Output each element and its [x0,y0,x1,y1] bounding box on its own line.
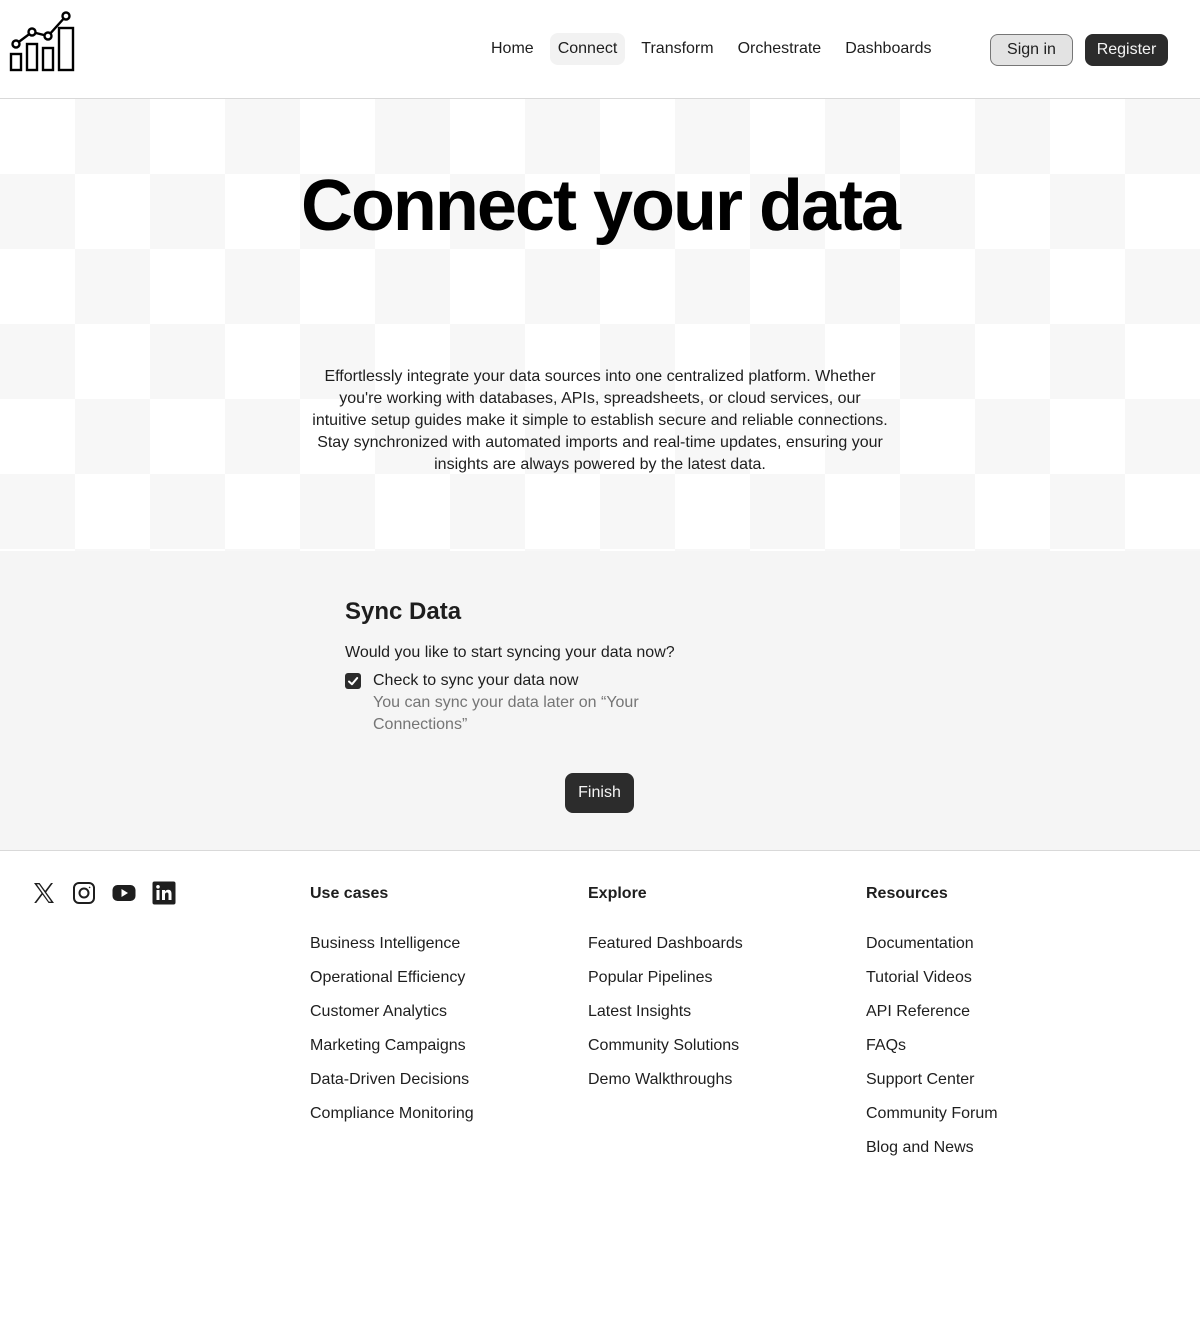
social-links [32,881,176,905]
sync-data-section: Sync Data Would you like to start syncin… [0,551,1200,851]
footer-column-explore: Explore Featured Dashboards Popular Pipe… [588,885,743,1105]
footer-link[interactable]: Featured Dashboards [588,935,743,953]
footer-link[interactable]: Operational Efficiency [310,969,474,987]
footer-link[interactable]: Popular Pipelines [588,969,743,987]
site-footer: Use cases Business Intelligence Operatio… [0,851,1200,1318]
footer-link[interactable]: Business Intelligence [310,935,474,953]
footer-column-title: Resources [866,885,948,902]
page-title: Connect your data [300,166,901,246]
footer-link[interactable]: Demo Walkthroughs [588,1071,743,1089]
main-nav: Home Connect Transform Orchestrate Dashb… [483,33,939,65]
footer-link[interactable]: API Reference [866,1003,998,1021]
footer-link[interactable]: Documentation [866,935,998,953]
x-icon[interactable] [32,881,56,905]
checkbox-description: You can sync your data later on “Your Co… [373,694,639,733]
site-header: Home Connect Transform Orchestrate Dashb… [0,0,1200,99]
nav-connect[interactable]: Connect [549,33,626,65]
footer-column-title: Explore [588,885,647,902]
footer-link[interactable]: Latest Insights [588,1003,743,1021]
instagram-icon[interactable] [72,881,96,905]
footer-link[interactable]: FAQs [866,1037,998,1055]
footer-link[interactable]: Community Solutions [588,1037,743,1055]
register-button[interactable]: Register [1085,34,1168,66]
nav-transform[interactable]: Transform [633,33,721,65]
hero-description: Effortlessly integrate your data sources… [312,368,888,473]
footer-column-use-cases: Use cases Business Intelligence Operatio… [310,885,474,1139]
finish-button[interactable]: Finish [565,773,634,813]
footer-link[interactable]: Customer Analytics [310,1003,474,1021]
linkedin-icon[interactable] [152,881,176,905]
sync-now-checkbox[interactable] [345,673,361,689]
checkbox-label[interactable]: Check to sync your data now [373,671,578,691]
footer-link[interactable]: Compliance Monitoring [310,1105,474,1123]
hero-section: Connect your data Effortlessly integrate… [0,99,1200,551]
footer-column-resources: Resources Documentation Tutorial Videos … [866,885,998,1173]
youtube-icon[interactable] [112,881,136,905]
bar-chart-logo-icon[interactable] [8,10,78,74]
footer-link[interactable]: Support Center [866,1071,998,1089]
nav-dashboards[interactable]: Dashboards [837,33,939,65]
sync-title: Sync Data [345,598,462,625]
footer-link[interactable]: Blog and News [866,1139,998,1157]
footer-column-title: Use cases [310,885,389,902]
sync-question: Would you like to start syncing your dat… [345,644,675,661]
footer-link[interactable]: Data-Driven Decisions [310,1071,474,1089]
nav-orchestrate[interactable]: Orchestrate [730,33,830,65]
checkmark-icon [348,677,359,686]
footer-link[interactable]: Marketing Campaigns [310,1037,474,1055]
sign-in-button[interactable]: Sign in [990,34,1073,66]
footer-link[interactable]: Community Forum [866,1105,998,1123]
nav-home[interactable]: Home [483,33,542,65]
footer-link[interactable]: Tutorial Videos [866,969,998,987]
